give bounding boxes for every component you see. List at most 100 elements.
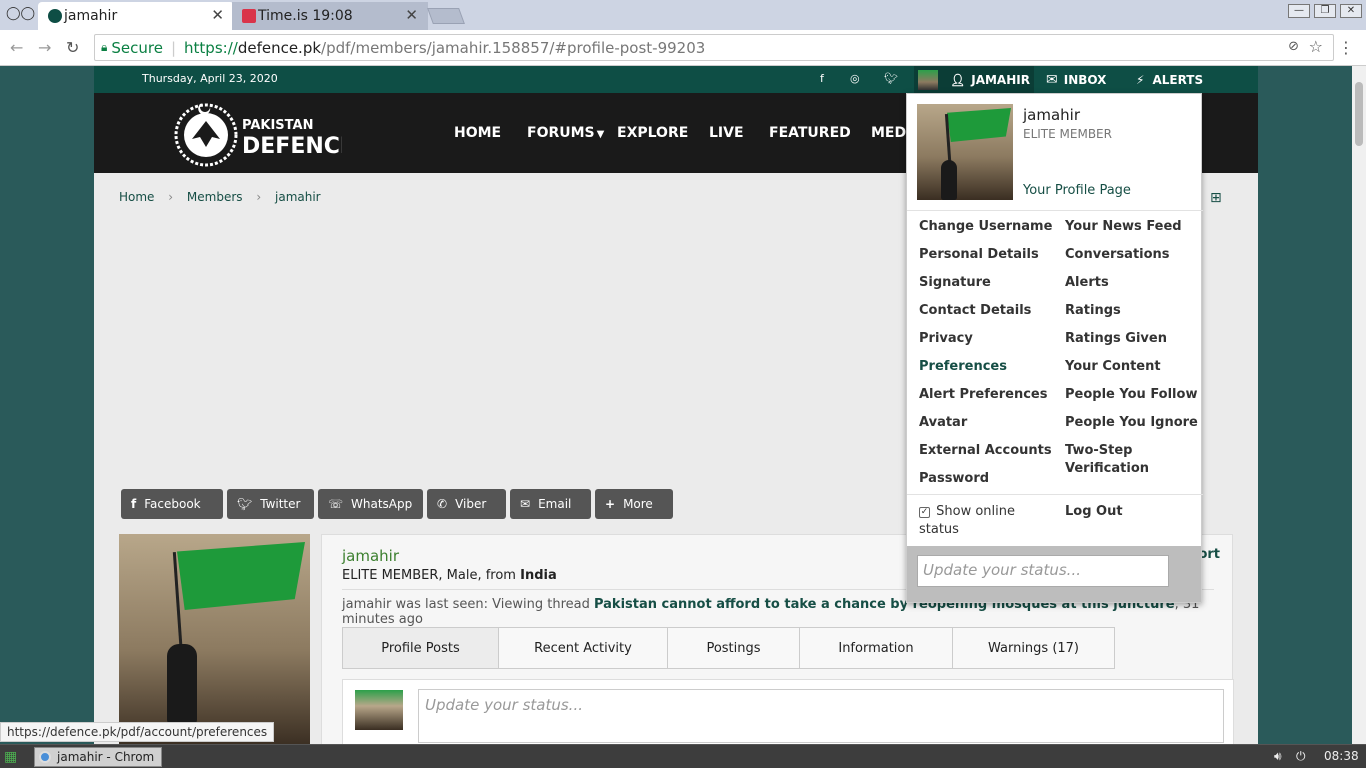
site-logo[interactable]: PAKISTAN DEFENCE (172, 97, 355, 169)
tab-timeis[interactable]: Time.is 19:08 ✕ (232, 2, 428, 30)
link-people-you-follow[interactable]: People You Follow (1065, 386, 1197, 404)
link-alerts[interactable]: Alerts (1065, 274, 1109, 292)
link-your-content[interactable]: Your Content (1065, 358, 1161, 376)
breadcrumb-jamahir[interactable]: jamahir (275, 190, 321, 204)
volume-icon[interactable]: 🔊︎ (1274, 749, 1282, 764)
logo-line1: PAKISTAN (242, 118, 313, 133)
sitemap-icon[interactable]: ⊞ (1210, 190, 1222, 206)
site-topbar: Thursday, April 23, 2020 f ◎ 🐦︎ 👤︎ JAMAH… (94, 66, 1258, 93)
user-menu-tab[interactable]: 👤︎ JAMAHIR (914, 66, 1034, 93)
share-more-button[interactable]: + More (595, 489, 673, 519)
nav-live[interactable]: LIVE (709, 125, 744, 141)
share-email-button[interactable]: ✉ Email (510, 489, 591, 519)
bookmark-star-icon[interactable]: ☆ (1309, 37, 1323, 56)
alerts-tab[interactable]: ⚡︎ ALERTS (1136, 66, 1203, 93)
breadcrumb-home[interactable]: Home (119, 190, 154, 204)
nav-home[interactable]: HOME (454, 125, 501, 141)
forward-icon[interactable]: → (38, 38, 51, 57)
link-news-feed[interactable]: Your News Feed (1065, 218, 1182, 236)
link-external-accounts[interactable]: External Accounts (919, 442, 1052, 460)
taskbar-chrome-window[interactable]: jamahir - Chrom (34, 747, 162, 767)
link-conversations[interactable]: Conversations (1065, 246, 1170, 264)
link-avatar[interactable]: Avatar (919, 414, 967, 432)
scrollbar-thumb[interactable] (1355, 82, 1363, 146)
logout-link[interactable]: Log Out (1065, 503, 1123, 521)
new-tab-button[interactable] (427, 8, 465, 24)
profile-name[interactable]: jamahir (342, 547, 399, 565)
link-change-username[interactable]: Change Username (919, 218, 1052, 236)
close-icon[interactable]: ✕ (405, 6, 418, 24)
dropdown-status-input[interactable]: Update your status... (917, 555, 1169, 587)
back-icon[interactable]: ← (10, 38, 23, 57)
profile-gender: , Male, from (438, 568, 521, 583)
clock[interactable]: 08:38 (1324, 749, 1359, 763)
page-scrollbar[interactable] (1352, 66, 1366, 744)
status-input[interactable]: Update your status... (418, 689, 1224, 743)
link-personal-details[interactable]: Personal Details (919, 246, 1039, 264)
menu-icon[interactable]: ⋮ (1338, 38, 1354, 57)
nav-forums[interactable]: FORUMS ▼ (527, 125, 604, 141)
inbox-tab[interactable]: ✉ INBOX (1046, 66, 1106, 93)
profile-country[interactable]: India (520, 568, 557, 583)
reload-icon[interactable]: ↻ (66, 38, 79, 57)
tab-postings[interactable]: Postings (667, 627, 800, 669)
show-online-label: Show online status (919, 504, 1016, 537)
tab-jamahir[interactable]: jamahir ✕ (38, 2, 234, 30)
facebook-icon[interactable]: f (820, 72, 824, 85)
link-ratings[interactable]: Ratings (1065, 302, 1121, 320)
nav-explore[interactable]: EXPLORE (617, 125, 688, 141)
nav-featured[interactable]: FEATURED (769, 125, 851, 141)
breadcrumb: Home › Members › jamahir (119, 190, 331, 204)
minimize-button[interactable]: — (1288, 4, 1310, 18)
twitter-icon[interactable]: 🐦︎ (884, 72, 898, 85)
link-two-step-verification[interactable]: Two-Step Verification (1065, 442, 1175, 478)
link-alert-preferences[interactable]: Alert Preferences (919, 386, 1047, 404)
apps-grid-icon[interactable]: ▦ (4, 749, 20, 765)
url-path: /pdf/members/jamahir.158857/#profile-pos… (321, 38, 706, 57)
checkbox-checked-icon[interactable]: ✓ (919, 507, 930, 518)
lock-icon: 🔒︎ (101, 40, 108, 54)
share-facebook-button[interactable]: f Facebook (121, 489, 223, 519)
show-online-status-toggle[interactable]: ✓ Show online status (919, 503, 1049, 539)
dropdown-avatar[interactable] (917, 104, 1013, 200)
link-ratings-given[interactable]: Ratings Given (1065, 330, 1167, 348)
breadcrumb-separator: › (256, 190, 262, 204)
profile-avatar[interactable] (119, 534, 310, 746)
share-label: Twitter (260, 497, 301, 511)
power-icon[interactable]: ⏻ (1296, 749, 1306, 764)
address-bar[interactable]: 🔒︎ Secure | https:// defence.pk /pdf/mem… (94, 34, 1334, 61)
timeis-favicon-icon (242, 9, 256, 23)
profile-page-link[interactable]: Your Profile Page (1023, 183, 1131, 198)
maximize-button[interactable]: ❐ (1314, 4, 1336, 18)
tab-recent-activity[interactable]: Recent Activity (498, 627, 668, 669)
divider (907, 210, 1203, 211)
account-dropdown: jamahir ELITE MEMBER Your Profile Page C… (906, 93, 1203, 603)
avatar (355, 690, 403, 730)
link-password[interactable]: Password (919, 470, 989, 488)
dropdown-username: jamahir (1023, 106, 1081, 124)
link-signature[interactable]: Signature (919, 274, 991, 292)
cookie-blocked-icon[interactable]: ⊘ (1288, 39, 1299, 54)
phone-icon: ✆ (437, 497, 448, 511)
chrome-icon (39, 751, 51, 763)
link-privacy[interactable]: Privacy (919, 330, 973, 348)
link-preferences[interactable]: Preferences (919, 358, 1007, 376)
close-window-button[interactable]: ✕ (1340, 4, 1362, 18)
user-avatar-icon (918, 69, 938, 90)
link-contact-details[interactable]: Contact Details (919, 302, 1031, 320)
tab-warnings[interactable]: Warnings (17) (952, 627, 1115, 669)
chevron-down-icon: ▼ (596, 129, 605, 140)
site-date: Thursday, April 23, 2020 (142, 72, 278, 85)
instagram-icon[interactable]: ◎ (850, 72, 860, 85)
profile-tabs: Profile Posts Recent Activity Postings I… (342, 627, 1115, 669)
tab-profile-posts[interactable]: Profile Posts (342, 627, 499, 669)
link-people-you-ignore[interactable]: People You Ignore (1065, 414, 1198, 432)
share-whatsapp-button[interactable]: ☏ WhatsApp (318, 489, 423, 519)
close-icon[interactable]: ✕ (211, 6, 224, 24)
tab-information[interactable]: Information (799, 627, 953, 669)
share-twitter-button[interactable]: 🐦︎ Twitter (227, 489, 314, 519)
share-viber-button[interactable]: ✆ Viber (427, 489, 506, 519)
logo-emblem-icon: PAKISTAN DEFENCE (174, 103, 355, 167)
nav-forums-label: FORUMS (527, 125, 595, 141)
breadcrumb-members[interactable]: Members (187, 190, 243, 204)
